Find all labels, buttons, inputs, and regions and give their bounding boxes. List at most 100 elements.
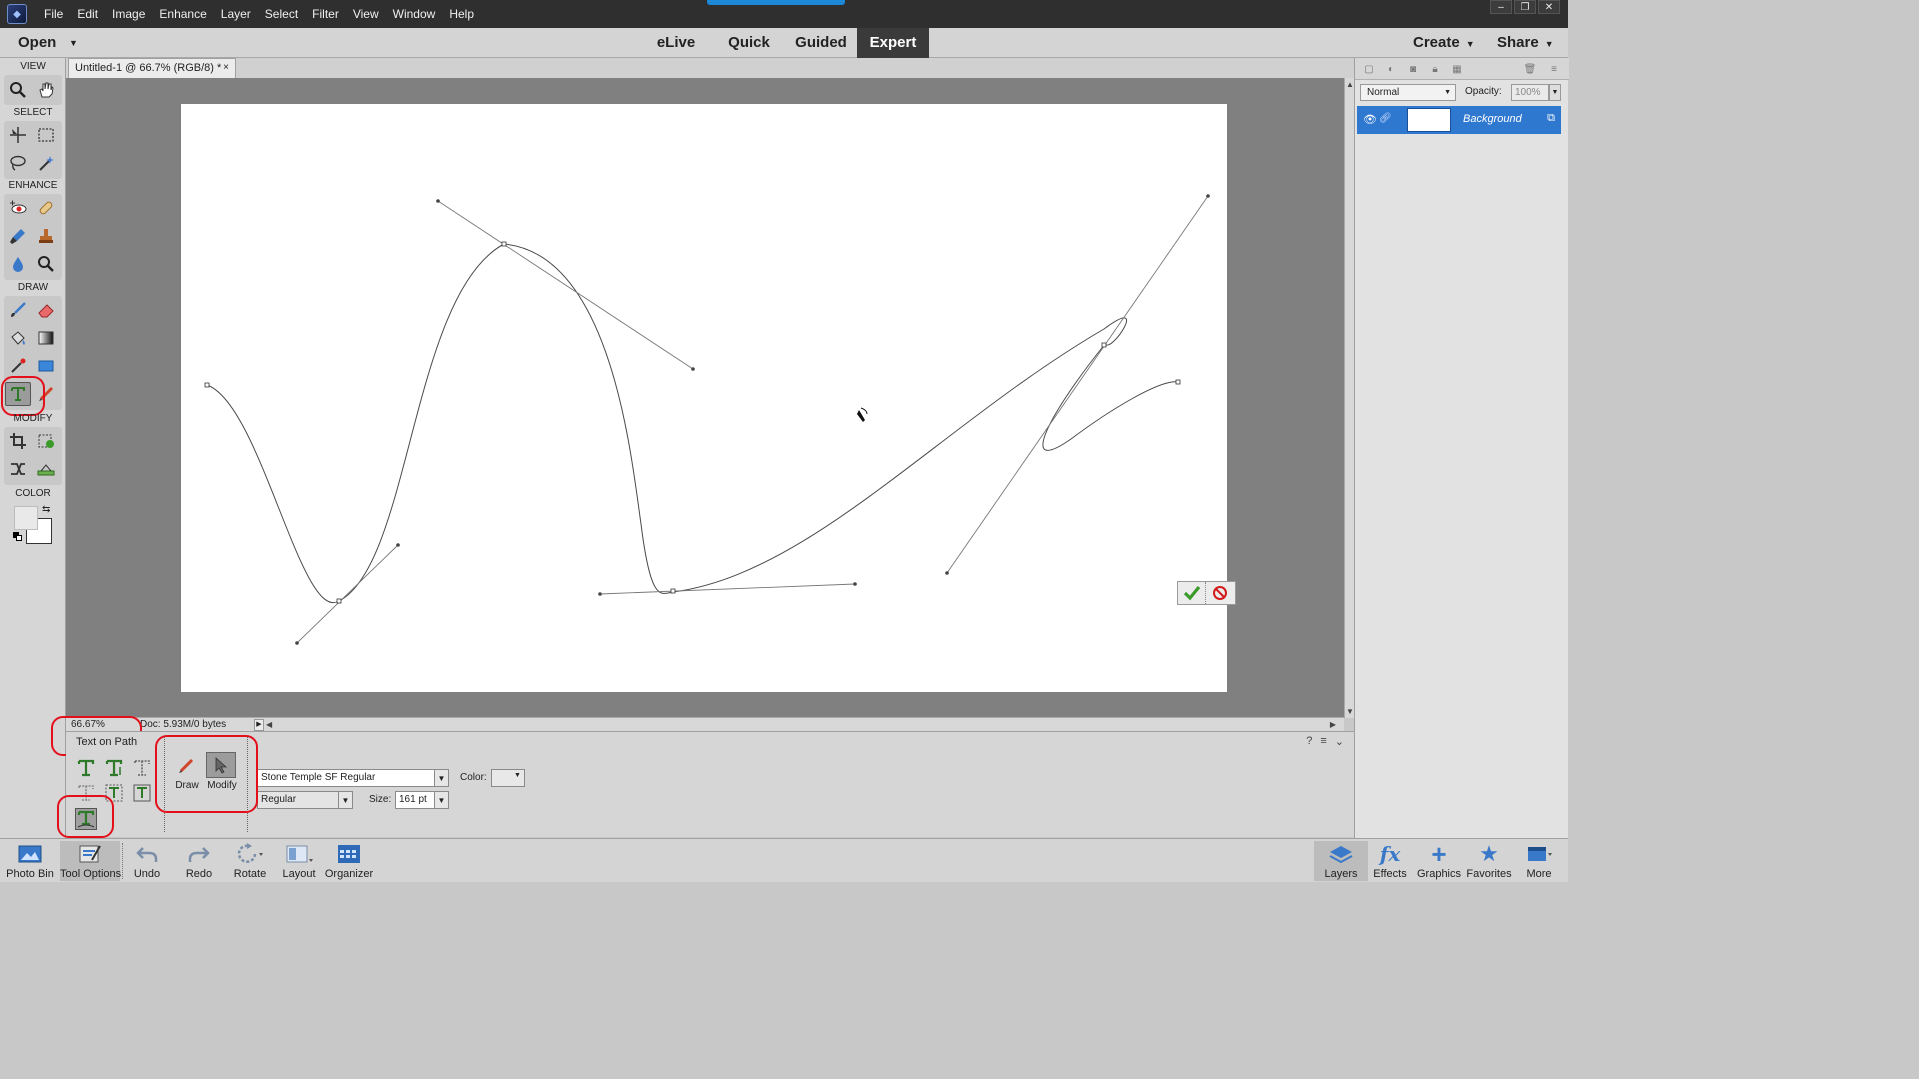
chevron-down-icon[interactable]: ▼ (1549, 84, 1561, 101)
gradient-tool-icon[interactable] (33, 326, 59, 350)
hand-tool-icon[interactable] (33, 78, 59, 102)
marquee-tool-icon[interactable] (33, 123, 59, 147)
crop-tool-icon[interactable] (5, 429, 31, 453)
layer-options-icon[interactable]: ⧉ (1547, 112, 1555, 125)
menu-file[interactable]: File (37, 0, 70, 28)
open-button[interactable]: Open (18, 28, 56, 58)
text-on-path-icon[interactable] (75, 808, 97, 830)
menu-layer[interactable]: Layer (214, 0, 258, 28)
draw-mode-button[interactable] (172, 752, 202, 778)
restore-button[interactable]: ❐ (1514, 0, 1536, 14)
vertical-type-mask-icon[interactable] (75, 782, 97, 804)
layer-row-background[interactable]: 👁︎ 🔗︎ Background ⧉ (1357, 106, 1561, 134)
tab-quick[interactable]: Quick (716, 28, 782, 58)
tool-options-button[interactable]: Tool Options (60, 841, 121, 881)
text-path[interactable] (181, 104, 1227, 692)
app-logo-icon[interactable]: ◆ (7, 4, 27, 24)
modify-mode-button[interactable] (206, 752, 236, 778)
new-layer-icon[interactable]: ▢ (1362, 62, 1376, 76)
pencil-tool-icon[interactable] (33, 382, 59, 406)
font-style-select[interactable]: Regular (257, 791, 339, 809)
chevron-down-icon[interactable]: ▼ (338, 791, 353, 809)
recompose-tool-icon[interactable] (33, 429, 59, 453)
document-tab[interactable]: Untitled-1 @ 66.7% (RGB/8) * × (68, 58, 236, 78)
layout-button[interactable]: Layout (272, 841, 326, 881)
commit-button[interactable] (1178, 582, 1206, 604)
minimize-button[interactable]: – (1490, 0, 1512, 14)
more-button[interactable]: More (1512, 841, 1566, 881)
lasso-tool-icon[interactable] (5, 151, 31, 175)
text-on-selection-icon[interactable] (103, 782, 125, 804)
horizontal-scrollbar[interactable]: ◀ ▶ (266, 720, 1336, 730)
opacity-field[interactable]: 100% (1511, 84, 1549, 101)
clone-stamp-icon[interactable] (33, 224, 59, 248)
horizontal-type-mask-icon[interactable] (131, 757, 153, 779)
graphics-button[interactable]: + Graphics (1412, 841, 1466, 881)
undo-button[interactable]: Undo (120, 841, 174, 881)
menu-image[interactable]: Image (105, 0, 152, 28)
horizontal-type-icon[interactable] (75, 757, 97, 779)
chevron-down-icon[interactable]: ▼ (434, 769, 449, 787)
chevron-down-icon[interactable]: ▼ (514, 772, 521, 779)
smart-brush-icon[interactable] (5, 224, 31, 248)
panel-menu-icon[interactable]: ≡ (1547, 62, 1561, 76)
open-dropdown-icon[interactable]: ▼ (69, 28, 78, 58)
menu-filter[interactable]: Filter (305, 0, 346, 28)
menu-help[interactable]: Help (442, 0, 481, 28)
redo-button[interactable]: Redo (172, 841, 226, 881)
menu-enhance[interactable]: Enhance (152, 0, 213, 28)
menu-window[interactable]: Window (386, 0, 443, 28)
help-icon[interactable]: ? (1306, 735, 1312, 748)
create-button[interactable]: Create ▼ (1413, 28, 1475, 59)
lock-transparency-icon[interactable]: ▦ (1450, 62, 1464, 76)
share-button[interactable]: Share ▼ (1497, 28, 1554, 59)
font-family-select[interactable]: Stone Temple SF Regular (257, 769, 435, 787)
scroll-right-icon[interactable]: ▶ (1330, 720, 1336, 729)
collapse-icon[interactable]: ⌄ (1335, 735, 1344, 748)
vertical-type-icon[interactable] (103, 757, 125, 779)
menu-select[interactable]: Select (258, 0, 305, 28)
menu-view[interactable]: View (346, 0, 386, 28)
text-on-shape-icon[interactable] (131, 782, 153, 804)
favorites-button[interactable]: ★ Favorites (1462, 841, 1516, 881)
menu-edit[interactable]: Edit (70, 0, 105, 28)
vertical-scrollbar[interactable]: ▲ ▼ (1344, 78, 1354, 718)
healing-brush-icon[interactable] (33, 196, 59, 220)
rotate-button[interactable]: Rotate (223, 841, 277, 881)
tab-elive[interactable]: eLive (643, 28, 709, 58)
swap-colors-icon[interactable]: ⇆ (42, 504, 50, 515)
type-tool-icon[interactable] (5, 382, 31, 406)
tab-expert[interactable]: Expert (857, 28, 929, 58)
scroll-up-icon[interactable]: ▲ (1346, 80, 1354, 89)
eyedropper-tool-icon[interactable] (5, 354, 31, 378)
layer-mask-icon[interactable]: ◙ (1406, 62, 1420, 76)
adjustment-layer-icon[interactable]: ◐ (1384, 62, 1398, 76)
organizer-button[interactable]: Organizer (322, 841, 376, 881)
chevron-down-icon[interactable]: ▼ (434, 791, 449, 809)
scroll-down-icon[interactable]: ▼ (1346, 707, 1354, 716)
visibility-eye-icon[interactable]: 👁︎ (1363, 113, 1377, 126)
paint-bucket-icon[interactable] (5, 326, 31, 350)
trash-icon[interactable]: 🗑︎ (1523, 62, 1537, 76)
close-tab-icon[interactable]: × (223, 59, 229, 77)
cancel-button[interactable] (1206, 582, 1234, 604)
font-size-field[interactable]: 161 pt (395, 791, 435, 809)
scroll-left-icon[interactable]: ◀ (266, 720, 272, 729)
layers-button[interactable]: Layers (1314, 841, 1368, 881)
blend-mode-select[interactable]: Normal ▼ (1360, 84, 1456, 101)
magic-wand-tool-icon[interactable] (33, 151, 59, 175)
brush-tool-icon[interactable] (5, 298, 31, 322)
shape-tool-icon[interactable] (33, 354, 59, 378)
red-eye-tool-icon[interactable] (5, 196, 31, 220)
status-menu-icon[interactable]: ▶ (254, 719, 264, 731)
content-aware-move-icon[interactable] (5, 457, 31, 481)
straighten-tool-icon[interactable] (33, 457, 59, 481)
effects-button[interactable]: fx Effects (1363, 841, 1417, 881)
document-canvas[interactable] (181, 104, 1227, 692)
layer-link-icon[interactable]: 🔗︎ (1379, 113, 1392, 124)
sponge-tool-icon[interactable] (33, 252, 59, 276)
lock-icon[interactable]: 🔒︎ (1428, 62, 1442, 76)
panel-menu-icon[interactable]: ≡ (1320, 735, 1326, 748)
layer-name[interactable]: Background (1463, 113, 1522, 125)
zoom-tool-icon[interactable] (5, 78, 31, 102)
